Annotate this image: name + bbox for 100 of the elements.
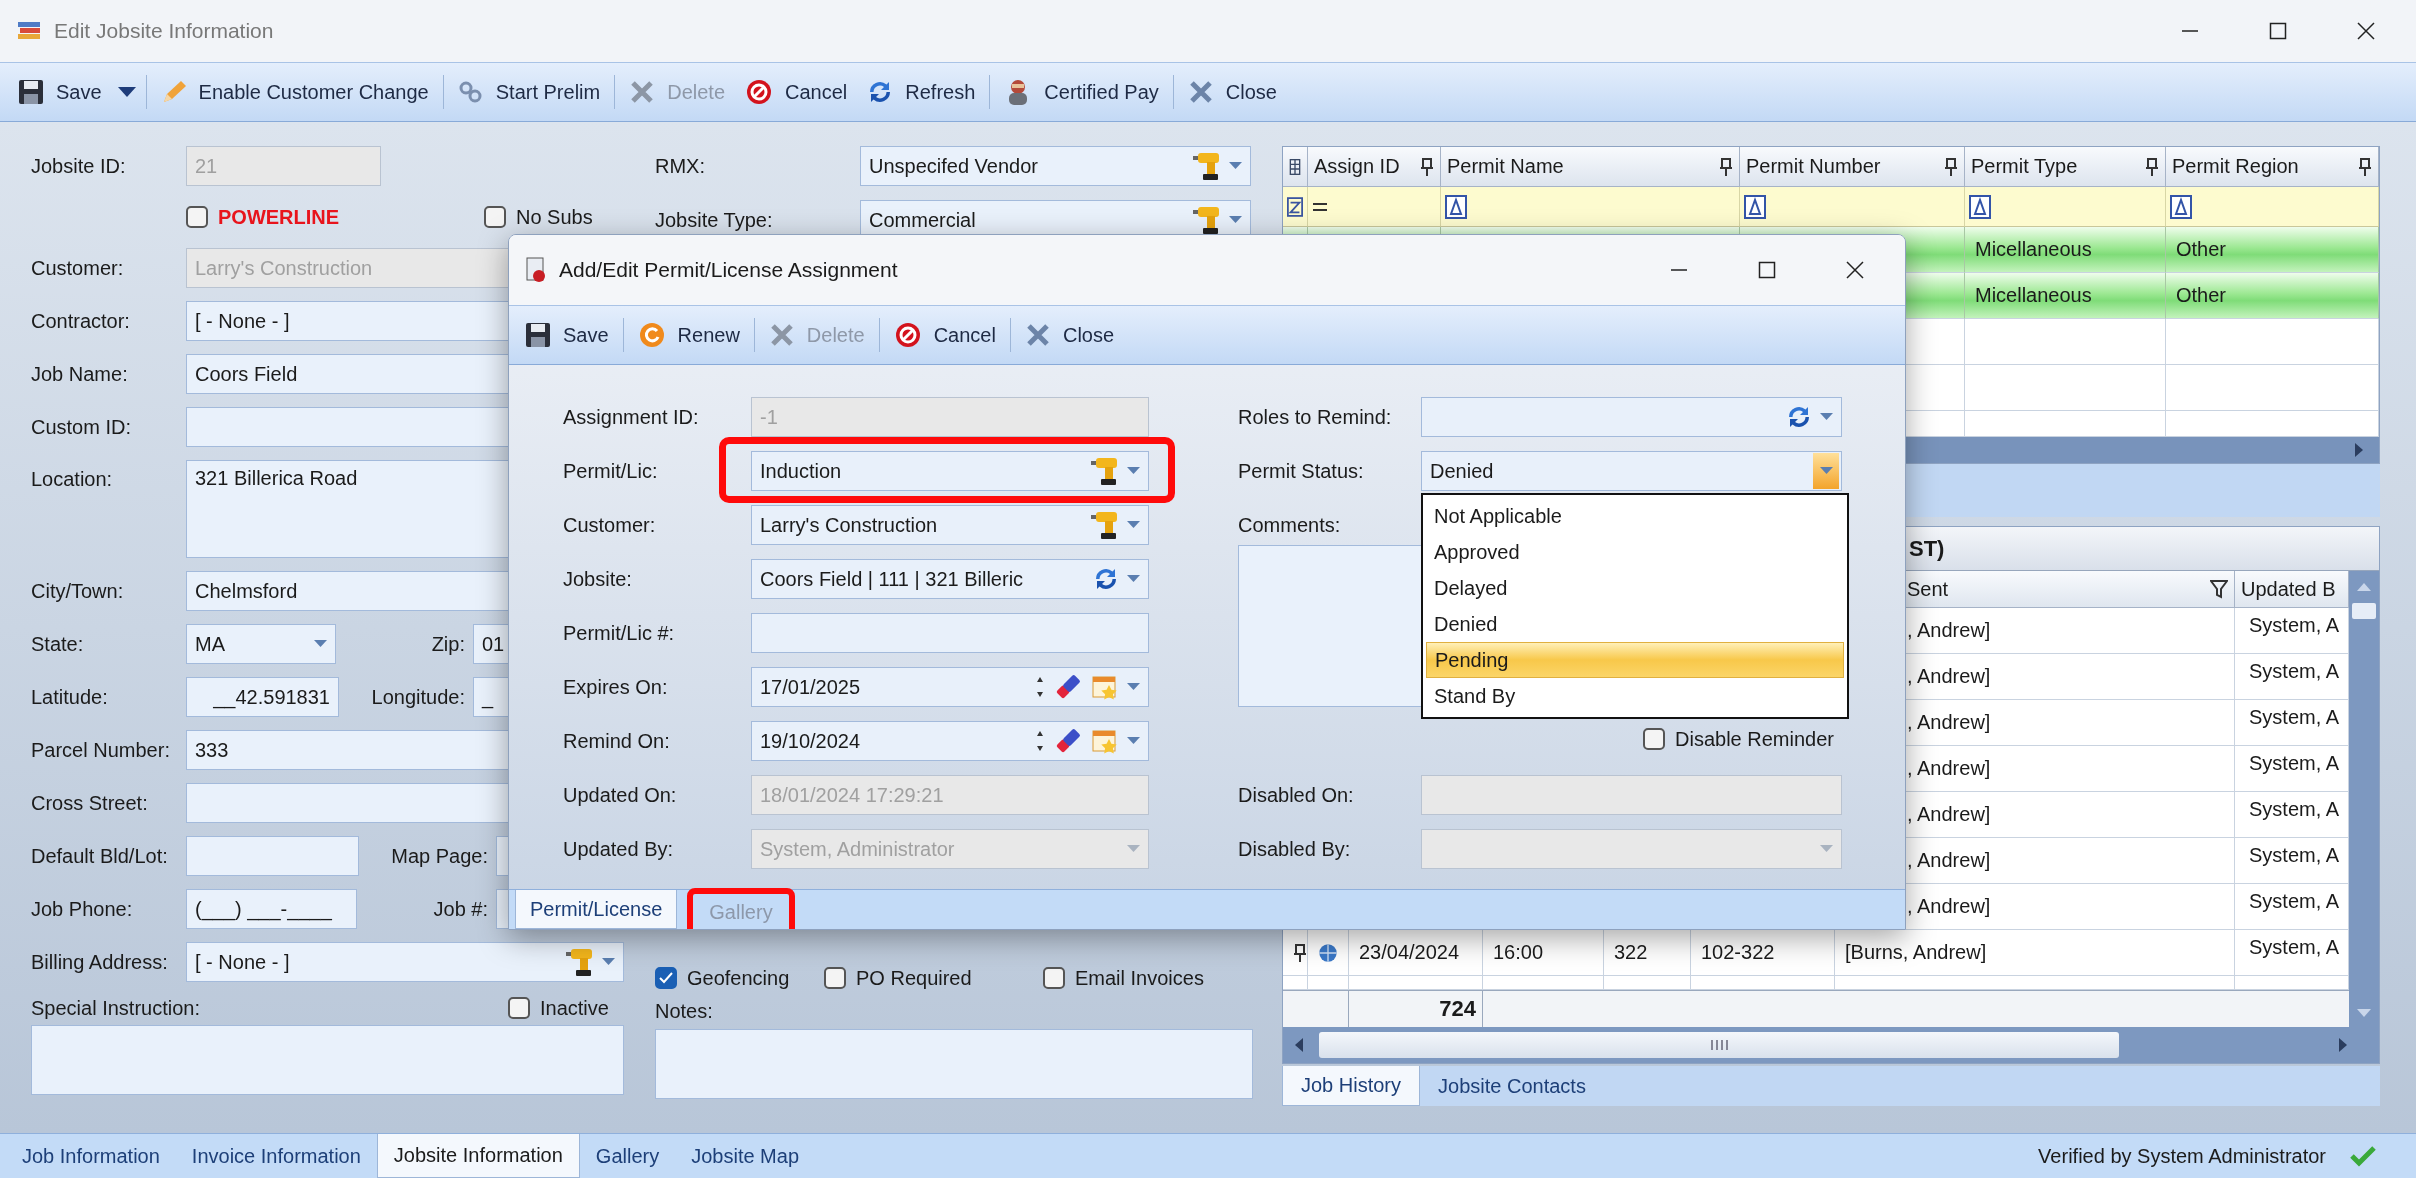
grip-icon[interactable] xyxy=(1709,1038,1729,1052)
pin-icon[interactable] xyxy=(2145,156,2159,177)
scroll-thumb[interactable] xyxy=(1319,1032,2119,1058)
scroll-thumb[interactable] xyxy=(2352,603,2376,619)
tab[interactable]: Jobsite Contacts xyxy=(1420,1066,1604,1106)
checkbox[interactable] xyxy=(1643,728,1666,750)
combo-box[interactable]: Unspecifed Vendor xyxy=(860,146,1251,186)
caret-icon[interactable] xyxy=(1127,737,1140,745)
maximize-icon[interactable] xyxy=(2269,22,2287,40)
scroll-down-icon[interactable] xyxy=(2356,1007,2372,1019)
close-icon[interactable] xyxy=(1846,261,1864,279)
column-chooser-icon[interactable] xyxy=(1283,147,1308,187)
dropdown-option[interactable]: Pending xyxy=(1426,642,1844,678)
scroll-right-icon[interactable] xyxy=(2337,1037,2349,1053)
text-field[interactable] xyxy=(751,613,1149,653)
spinner-icon[interactable] xyxy=(1035,675,1045,699)
tab[interactable]: Job History xyxy=(1282,1066,1421,1106)
caret-icon[interactable] xyxy=(1127,521,1140,529)
column-header[interactable]: Updated B xyxy=(2235,571,2349,608)
toolbar-button[interactable]: Save xyxy=(8,70,112,114)
pin-icon[interactable] xyxy=(1420,156,1434,177)
tab[interactable]: Jobsite Map xyxy=(675,1134,816,1178)
dropdown-option[interactable]: Approved xyxy=(1426,534,1844,570)
caret-icon[interactable] xyxy=(602,958,615,966)
checkbox[interactable] xyxy=(824,967,846,989)
drill-icon[interactable] xyxy=(1091,509,1119,541)
pin-icon[interactable] xyxy=(2358,156,2372,177)
toolbar-button[interactable]: Certified Pay xyxy=(994,70,1169,114)
column-header[interactable]: Assign ID xyxy=(1308,147,1441,187)
filter-operator-icon[interactable] xyxy=(1969,194,1991,219)
scroll-up-icon[interactable] xyxy=(2356,581,2372,593)
date-field[interactable]: 17/01/2025 xyxy=(751,667,1149,707)
text-field[interactable]: (___) ___-____ xyxy=(186,889,357,929)
calendar-icon[interactable] xyxy=(1091,673,1119,701)
refresh-icon[interactable] xyxy=(1093,566,1119,592)
combo-box[interactable]: Coors Field | 111 | 321 Billeric xyxy=(751,559,1149,599)
vertical-scrollbar[interactable] xyxy=(2349,571,2379,1027)
caret-icon[interactable] xyxy=(314,640,327,648)
filter-operator-icon[interactable] xyxy=(1445,194,1467,219)
drill-icon[interactable] xyxy=(1193,150,1221,182)
toolbar-button[interactable]: Refresh xyxy=(857,70,986,114)
combo-box[interactable]: Larry's Construction xyxy=(751,505,1149,545)
column-header[interactable]: Permit Name xyxy=(1441,147,1740,187)
calendar-icon[interactable] xyxy=(1091,727,1119,755)
scroll-right-icon[interactable] xyxy=(2353,442,2365,458)
pin-icon[interactable] xyxy=(1944,156,1958,177)
tab[interactable]: Gallery xyxy=(579,1134,676,1178)
combo-box[interactable]: Induction xyxy=(751,451,1149,491)
toolbar-button[interactable]: Cancel xyxy=(735,70,858,114)
combo-box[interactable]: [ - None - ] xyxy=(186,942,624,982)
field-label: Jobsite ID: xyxy=(31,154,127,178)
tab[interactable]: Invoice Information xyxy=(175,1134,377,1178)
text-field[interactable] xyxy=(1421,775,1842,815)
checkbox[interactable] xyxy=(484,206,506,228)
combo-box[interactable]: MA xyxy=(186,624,336,664)
column-header[interactable]: Permit Region xyxy=(2166,147,2379,187)
filter-operator-icon[interactable] xyxy=(1744,194,1766,219)
toolbar-button[interactable]: Enable Customer Change xyxy=(150,70,439,114)
column-header[interactable]: Permit Type xyxy=(1965,147,2166,187)
maximize-icon[interactable] xyxy=(1758,261,1776,279)
column-header[interactable]: Permit Number xyxy=(1740,147,1965,187)
caret-icon[interactable] xyxy=(1229,162,1242,170)
text-field[interactable] xyxy=(186,836,359,876)
pin-icon[interactable] xyxy=(1293,942,1307,963)
filter-clear-icon[interactable] xyxy=(1287,194,1303,219)
refresh-icon[interactable] xyxy=(1786,404,1812,430)
toolbar-button[interactable]: Start Prelim xyxy=(447,70,611,114)
checkbox[interactable] xyxy=(508,997,530,1019)
horizontal-scrollbar[interactable] xyxy=(1283,1027,2379,1063)
caret-icon[interactable] xyxy=(1229,216,1242,224)
caret-icon[interactable] xyxy=(1127,683,1140,691)
checkbox[interactable] xyxy=(1043,967,1065,989)
pin-icon[interactable] xyxy=(1719,156,1733,177)
toolbar-button[interactable]: Cancel xyxy=(883,313,1006,357)
toolbar-button[interactable]: Close xyxy=(1177,70,1287,114)
field-label: Expires On: xyxy=(563,675,669,699)
spinner-icon[interactable] xyxy=(1035,729,1045,753)
tab[interactable]: Job Information xyxy=(6,1134,176,1178)
tab[interactable]: Permit/License xyxy=(515,890,678,929)
field-label: Latitude: xyxy=(31,685,109,709)
drill-icon[interactable] xyxy=(1193,204,1221,236)
caret-icon[interactable] xyxy=(1127,467,1140,475)
close-icon[interactable] xyxy=(2357,22,2375,40)
toolbar-button[interactable]: Close xyxy=(1014,313,1125,357)
dropdown-option[interactable]: Not Applicable xyxy=(1426,498,1844,534)
drill-icon[interactable] xyxy=(1091,455,1119,487)
filter-icon[interactable] xyxy=(2210,579,2228,599)
checkbox[interactable] xyxy=(186,206,208,228)
date-field[interactable]: 19/10/2024 xyxy=(751,721,1149,761)
filter-operator-icon[interactable] xyxy=(2170,194,2192,219)
drill-icon[interactable] xyxy=(566,946,594,978)
text-field[interactable]: __42.591831 xyxy=(186,677,339,717)
caret-icon[interactable] xyxy=(1820,413,1833,421)
caret-icon[interactable] xyxy=(117,87,136,97)
checkbox[interactable] xyxy=(655,967,677,989)
equals-icon[interactable] xyxy=(1312,201,1328,212)
toolbar-button[interactable]: Renew xyxy=(627,313,750,357)
scroll-left-icon[interactable] xyxy=(1293,1037,1305,1053)
tab[interactable]: Jobsite Information xyxy=(376,1134,580,1178)
caret-icon[interactable] xyxy=(1127,575,1140,583)
